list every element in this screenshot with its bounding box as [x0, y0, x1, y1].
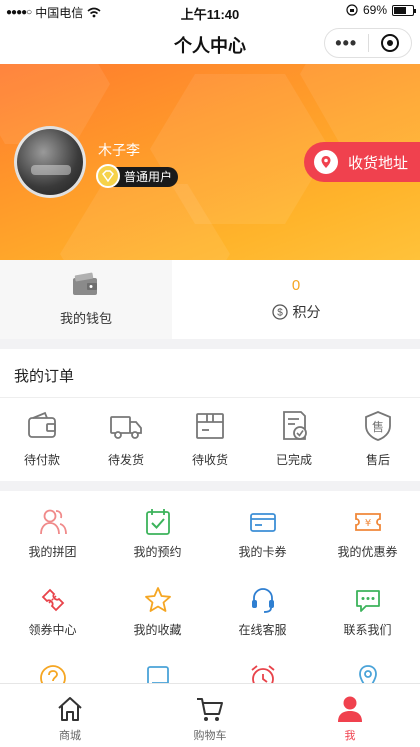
- points-label-row: $ 积分: [271, 302, 321, 322]
- tab-me[interactable]: 我: [280, 684, 420, 747]
- order-after-sales[interactable]: 售 售后: [336, 409, 420, 468]
- my-reservation-button[interactable]: 我的预约: [105, 507, 210, 585]
- svg-text:$: $: [277, 308, 283, 319]
- shipping-address-label: 收货地址: [348, 154, 409, 172]
- wallet-icon: [73, 272, 97, 295]
- my-coupons-button[interactable]: ¥ 我的优惠券: [315, 507, 420, 585]
- location-pin-icon: [314, 150, 338, 174]
- orders-grid: 待付款 待发货 待收货 已完成 售 售后: [0, 409, 420, 468]
- profile-banner: 木子李 普通用户 收货地址: [0, 64, 420, 260]
- order-label: 待收货: [191, 453, 228, 467]
- my-wallet-button[interactable]: 我的钱包: [0, 260, 172, 339]
- service-label: 我的预约: [133, 545, 182, 559]
- help-icon: [39, 665, 66, 683]
- wallet-icon: [28, 411, 56, 438]
- points-value: 0: [291, 277, 301, 294]
- contact-us-button[interactable]: 联系我们: [315, 585, 420, 663]
- divider: [0, 397, 420, 398]
- order-pending-payment[interactable]: 待付款: [0, 409, 84, 468]
- alarm-icon: [250, 665, 275, 683]
- online-support-button[interactable]: 在线客服: [210, 585, 315, 663]
- orders-title: 我的订单: [14, 368, 75, 385]
- member-level-badge: 普通用户: [96, 164, 179, 188]
- orientation-lock-icon: [346, 4, 358, 16]
- service-label: 联系我们: [343, 623, 392, 637]
- wallet-label: 我的钱包: [59, 311, 112, 326]
- shield-sale-icon: 售: [365, 411, 391, 441]
- diamond-icon: [96, 164, 120, 188]
- my-cards-button[interactable]: 我的卡券: [210, 507, 315, 585]
- svg-text:售: 售: [372, 419, 384, 434]
- truck-icon: [110, 416, 142, 439]
- more-button[interactable]: •••: [325, 28, 368, 58]
- service-label: 在线客服: [238, 623, 287, 637]
- order-pending-shipment[interactable]: 待发货: [84, 409, 168, 468]
- close-mini-program-button[interactable]: [368, 34, 411, 52]
- battery-percent: 69%: [362, 3, 387, 17]
- cart-icon: [197, 698, 223, 721]
- service-label: 我的卡券: [238, 545, 287, 559]
- location-icon: [358, 665, 377, 683]
- tab-label: 我: [344, 730, 356, 742]
- home-icon: [58, 697, 82, 721]
- shipping-address-button[interactable]: 收货地址: [304, 142, 420, 182]
- battery-fill: [394, 6, 406, 14]
- coupon-yuan-icon: ¥: [354, 513, 381, 531]
- nav-bar: 个人中心 •••: [0, 22, 420, 64]
- service-label: 我的优惠券: [337, 545, 398, 559]
- chat-icon: [355, 590, 380, 612]
- store-location-button[interactable]: [315, 663, 420, 683]
- document-check-icon: [283, 411, 307, 440]
- services-section: 我的拼团 我的预约 我的卡券 ¥ 我的优惠券 领券中心 我的收藏 在线客服 联系: [0, 491, 420, 683]
- service-label: 我的收藏: [133, 623, 182, 637]
- user-icon: [338, 696, 362, 722]
- order-label: 已完成: [275, 453, 312, 467]
- battery-icon: [392, 4, 416, 16]
- group-icon: [39, 509, 67, 535]
- mini-program-capsule: •••: [324, 28, 412, 58]
- star-icon: [144, 587, 171, 612]
- order-label: 售后: [365, 453, 390, 467]
- gallery-button[interactable]: [105, 663, 210, 683]
- help-button[interactable]: [0, 663, 105, 683]
- my-group-buy-button[interactable]: 我的拼团: [0, 507, 105, 585]
- assets-row: 我的钱包 0 $ 积分: [0, 260, 420, 339]
- tab-bar: 商城 购物车 我: [0, 683, 420, 747]
- service-label: 我的拼团: [28, 545, 77, 559]
- calendar-check-icon: [145, 509, 170, 535]
- points-button[interactable]: 0 $ 积分: [172, 260, 420, 339]
- package-icon: [196, 413, 224, 439]
- card-icon: [249, 513, 276, 532]
- service-label: 领券中心: [28, 623, 77, 637]
- points-label: 积分: [292, 304, 321, 320]
- tab-cart[interactable]: 购物车: [140, 684, 280, 747]
- target-icon: [380, 34, 399, 52]
- image-card-icon: [146, 666, 169, 683]
- tab-label: 购物车: [193, 730, 227, 742]
- avatar[interactable]: [14, 126, 86, 198]
- reminder-button[interactable]: [210, 663, 315, 683]
- tab-mall[interactable]: 商城: [0, 684, 140, 747]
- tab-label: 商城: [59, 730, 81, 742]
- services-grid: 我的拼团 我的预约 我的卡券 ¥ 我的优惠券 领券中心 我的收藏 在线客服 联系: [0, 491, 420, 683]
- svg-text:¥: ¥: [364, 518, 370, 529]
- orders-section: 我的订单 待付款 待发货 待收货 已完成 售 售后: [0, 349, 420, 481]
- my-favorites-button[interactable]: 我的收藏: [105, 585, 210, 663]
- order-completed[interactable]: 已完成: [252, 409, 336, 468]
- coupon-center-button[interactable]: 领券中心: [0, 585, 105, 663]
- ticket-icon: [41, 588, 64, 612]
- headset-icon: [251, 588, 274, 613]
- coin-icon: $: [271, 304, 288, 320]
- status-right: 69%: [346, 3, 416, 17]
- order-pending-receipt[interactable]: 待收货: [168, 409, 252, 468]
- status-bar: ●●●●○ 中国电信 上午11:40 69%: [0, 0, 420, 22]
- user-name: 木子李: [98, 142, 140, 158]
- member-level-label: 普通用户: [124, 170, 173, 184]
- order-label: 待发货: [107, 453, 144, 467]
- order-label: 待付款: [23, 453, 60, 467]
